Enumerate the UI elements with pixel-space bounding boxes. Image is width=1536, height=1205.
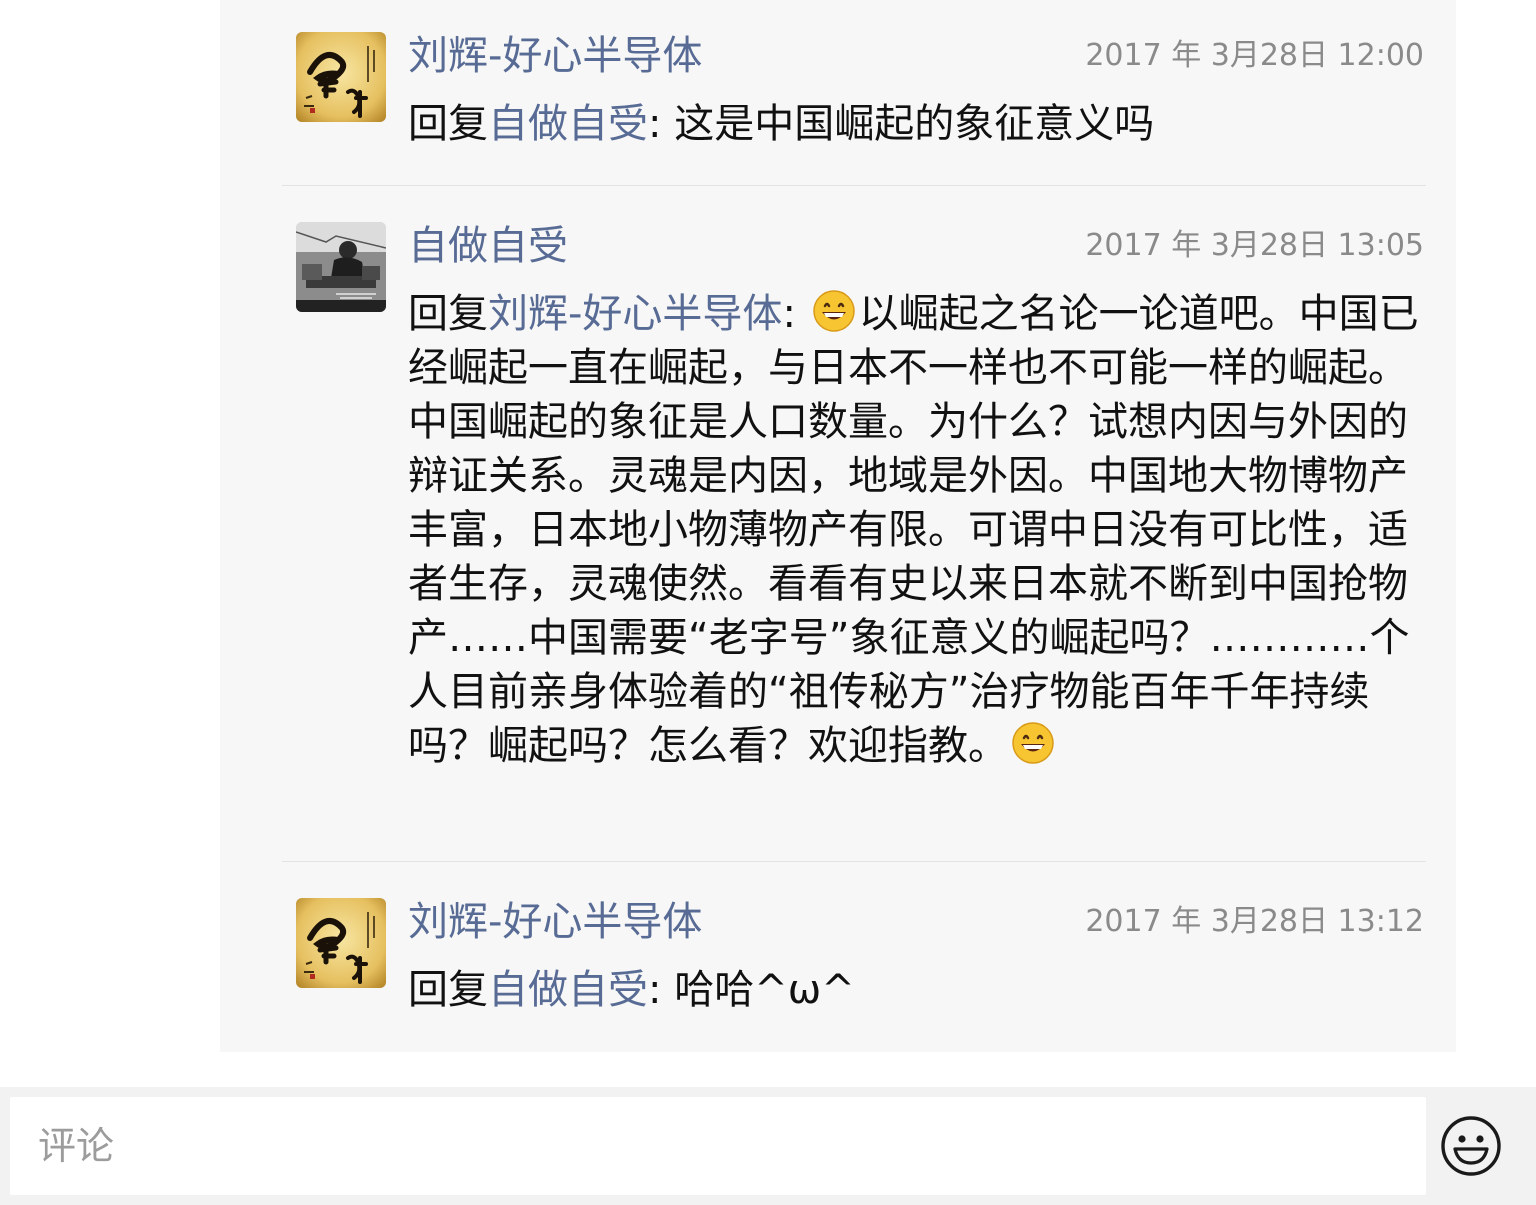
- comment-text: : 哈哈^ω^: [648, 967, 855, 1013]
- grinning-face-emoji: [1011, 721, 1055, 765]
- reply-target-link[interactable]: 自做自受: [488, 101, 648, 147]
- comment-text-prefix: :: [782, 291, 809, 337]
- comment-author[interactable]: 刘辉-好心半导体: [408, 30, 702, 82]
- comment-body: 回复自做自受: 这是中国崛起的象征意义吗: [408, 97, 1422, 151]
- comment-input-bar: [0, 1087, 1536, 1205]
- comment-input[interactable]: [10, 1097, 1426, 1195]
- reply-prefix: 回复: [408, 967, 488, 1013]
- photo-avatar-icon[interactable]: [296, 222, 386, 312]
- comment-text: 以崛起之名论一论道吧。中国已经崛起一直在崛起，与日本不一样也不可能一样的崛起。中…: [408, 291, 1419, 769]
- comment-body: 回复自做自受: 哈哈^ω^: [408, 963, 1422, 1017]
- comment-timestamp: 2017 年 3月28日 13:05: [1085, 228, 1424, 263]
- reply-prefix: 回复: [408, 291, 488, 337]
- comment-item: 刘辉-好心半导体 2017 年 3月28日 12:00 回复自做自受: 这是中国…: [296, 32, 1426, 162]
- reply-target-link[interactable]: 刘辉-好心半导体: [488, 291, 782, 337]
- comment-body: 回复刘辉-好心半导体: 以崛起之名论一论道吧。中国已经崛起一直在崛起，与日本不一…: [408, 287, 1422, 773]
- comment-divider: [282, 861, 1426, 862]
- smiley-face-icon[interactable]: [1440, 1115, 1502, 1177]
- comment-thread-screen: 刘辉-好心半导体 2017 年 3月28日 12:00 回复自做自受: 这是中国…: [0, 0, 1536, 1205]
- grinning-face-emoji: [812, 289, 856, 333]
- reply-target-link[interactable]: 自做自受: [488, 967, 648, 1013]
- comment-author[interactable]: 刘辉-好心半导体: [408, 896, 702, 948]
- calligraphy-avatar-icon[interactable]: [296, 32, 386, 122]
- comment-divider: [282, 185, 1426, 186]
- comment-item: 刘辉-好心半导体 2017 年 3月28日 13:12 回复自做自受: 哈哈^ω…: [296, 898, 1426, 1028]
- comment-timestamp: 2017 年 3月28日 12:00: [1085, 38, 1424, 73]
- reply-prefix: 回复: [408, 101, 488, 147]
- comment-item: 自做自受 2017 年 3月28日 13:05 回复刘辉-好心半导体: 以崛起之…: [296, 222, 1426, 832]
- comment-author[interactable]: 自做自受: [408, 220, 568, 272]
- comment-text: : 这是中国崛起的象征意义吗: [648, 101, 1155, 147]
- comments-panel: 刘辉-好心半导体 2017 年 3月28日 12:00 回复自做自受: 这是中国…: [220, 0, 1456, 1052]
- comment-timestamp: 2017 年 3月28日 13:12: [1085, 904, 1424, 939]
- calligraphy-avatar-icon[interactable]: [296, 898, 386, 988]
